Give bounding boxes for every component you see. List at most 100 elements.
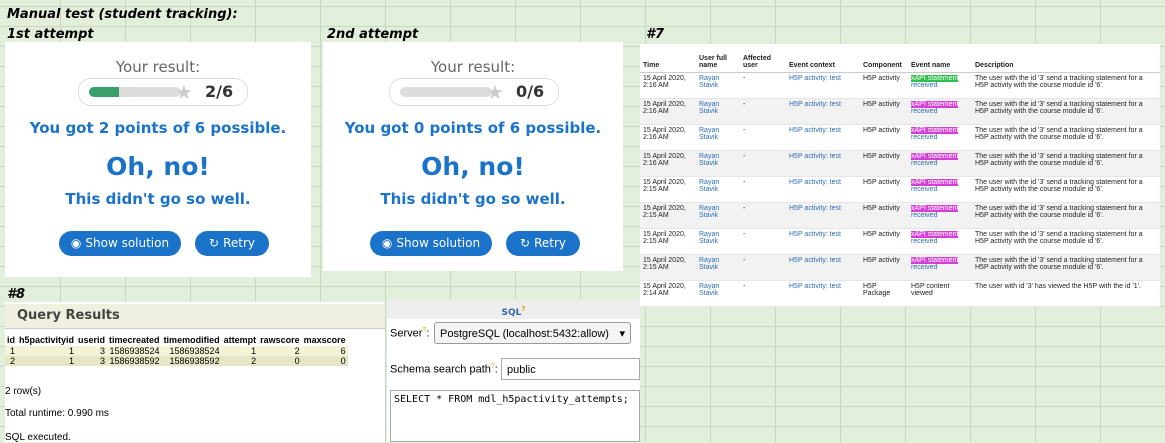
help-icon[interactable]: ? xyxy=(491,363,495,370)
score-bar: ★ 2/6 xyxy=(78,78,248,106)
attempt2-label: 2nd attempt xyxy=(327,27,419,42)
col-event[interactable]: Event name xyxy=(908,44,972,73)
log-context-link[interactable]: H5P activity: test xyxy=(786,228,860,255)
show-solution-button[interactable]: ◉ Show solution xyxy=(59,231,181,256)
log-affected: - xyxy=(740,72,786,99)
event-name: xAPI statement xyxy=(911,101,959,108)
log-description: The user with the id '3' send a tracking… xyxy=(972,150,1160,177)
query-row: 2 1 3 1586938592 1586938592 2 0 0 xyxy=(5,356,348,366)
log-user-link[interactable]: Rayan Stavik xyxy=(696,98,740,125)
log-time: 15 April 2020, 2:16 AM xyxy=(640,72,696,99)
log-user-link[interactable]: Rayan Stavik xyxy=(696,254,740,281)
query-cell: 1586938592 xyxy=(161,356,222,366)
query-cell: 2 xyxy=(5,356,17,366)
log-row: 15 April 2020, 2:16 AM Rayan Stavik - H5P a… xyxy=(640,98,1160,125)
log-affected: - xyxy=(740,228,786,255)
log-user-link[interactable]: Rayan Stavik xyxy=(696,176,740,203)
help-icon[interactable]: ? xyxy=(521,305,525,313)
log-event[interactable]: xAPI statement received xyxy=(908,150,972,177)
log-description: The user with the id '3' send a tracking… xyxy=(972,124,1160,151)
sql-query-textarea[interactable]: SELECT * FROM mdl_h5pactivity_attempts; xyxy=(390,390,640,442)
query-cell: 6 xyxy=(301,346,348,356)
log-context-link[interactable]: H5P activity: test xyxy=(786,98,860,125)
log-component: H5P activity xyxy=(860,98,908,125)
show-solution-button[interactable]: ◉ Show solution xyxy=(370,231,492,256)
log-user-link[interactable]: Rayan Stavik xyxy=(696,72,740,99)
col-component[interactable]: Component xyxy=(860,44,908,73)
retry-button[interactable]: ↻ Retry xyxy=(506,231,580,256)
feedback-subline: This didn't go so well. xyxy=(65,190,251,208)
log-context-link[interactable]: H5P activity: test xyxy=(786,72,860,99)
log-event[interactable]: xAPI statement received xyxy=(908,228,972,255)
retry-button[interactable]: ↻ Retry xyxy=(195,231,269,256)
log-context-link[interactable]: H5P activity: test xyxy=(786,176,860,203)
server-label: Server?: xyxy=(390,327,430,340)
query-header-row: id h5pactivityid userid timecreated timemodi… xyxy=(5,334,348,346)
help-icon[interactable]: ? xyxy=(422,327,426,334)
log-user-link[interactable]: Rayan Stavik xyxy=(696,280,740,307)
log-event[interactable]: xAPI statement received xyxy=(908,254,972,281)
event-name: xAPI statement xyxy=(911,205,959,212)
log-user-link[interactable]: Rayan Stavik xyxy=(696,202,740,229)
query-cell: 1586938524 xyxy=(161,346,222,356)
log-description: The user with the id '3' send a tracking… xyxy=(972,228,1160,255)
query-col-userid: userid xyxy=(76,334,108,346)
query-cell: 1586938524 xyxy=(107,346,162,356)
log-user-link[interactable]: Rayan Stavik xyxy=(696,124,740,151)
query-cell: 1 xyxy=(5,346,17,356)
log-event[interactable]: H5P content viewed xyxy=(908,280,972,307)
log-row: 15 April 2020, 2:15 AM Rayan Stavik - H5P a… xyxy=(640,254,1160,281)
log-component: H5P activity xyxy=(860,72,908,99)
log-event[interactable]: xAPI statement received xyxy=(908,124,972,151)
event-name: H5P content xyxy=(911,283,950,290)
log-component: H5P activity xyxy=(860,254,908,281)
log-component: H5P activity xyxy=(860,202,908,229)
query-col-id: id xyxy=(5,334,17,346)
log-event[interactable]: xAPI statement received xyxy=(908,176,972,203)
eye-icon: ◉ xyxy=(381,236,393,250)
event-name: xAPI statement xyxy=(911,127,959,134)
your-result-label: Your result: xyxy=(115,58,201,76)
log-affected: - xyxy=(740,176,786,203)
points-text: You got 0 points of 6 possible. xyxy=(344,119,602,137)
log-description: The user with the id '3' send a tracking… xyxy=(972,72,1160,99)
query-col-timecreated: timecreated xyxy=(107,334,162,346)
event-name: xAPI statement xyxy=(911,179,959,186)
log-description: The user with the id '3' send a tracking… xyxy=(972,98,1160,125)
log-affected: - xyxy=(740,124,786,151)
log-event[interactable]: xAPI statement received xyxy=(908,72,972,99)
score-text: 2/6 xyxy=(205,82,234,101)
log-user-link[interactable]: Rayan Stavik xyxy=(696,150,740,177)
star-icon: ★ xyxy=(175,80,193,104)
server-select[interactable]: PostgreSQL (localhost:5432:allow) ▾ xyxy=(434,322,631,344)
result-card-attempt1: Your result: ★ 2/6 You got 2 points of 6… xyxy=(5,42,311,277)
log-event[interactable]: xAPI statement received xyxy=(908,202,972,229)
log-event[interactable]: xAPI statement received xyxy=(908,98,972,125)
log-context-link[interactable]: H5P activity: test xyxy=(786,150,860,177)
log-description: The user with the id '3' send a tracking… xyxy=(972,254,1160,281)
event-name-cont: received xyxy=(911,186,938,193)
col-time[interactable]: Time xyxy=(640,44,696,73)
log-context-link[interactable]: H5P activity: test xyxy=(786,202,860,229)
section7-label: #7 xyxy=(646,27,665,42)
log-row: 15 April 2020, 2:16 AM Rayan Stavik - H5P a… xyxy=(640,150,1160,177)
event-log-table: Time User full name Affected user Event … xyxy=(640,44,1160,307)
total-runtime: Total runtime: 0.990 ms xyxy=(5,408,109,419)
query-cell: 2 xyxy=(258,346,302,356)
log-context-link[interactable]: H5P activity: test xyxy=(786,280,860,307)
col-context[interactable]: Event context xyxy=(786,44,860,73)
log-context-link[interactable]: H5P activity: test xyxy=(786,124,860,151)
retry-icon: ↻ xyxy=(520,236,531,250)
query-body: 1 1 3 1586938524 1586938524 1 2 6 2 1 3 1586938592 1… xyxy=(5,346,348,366)
col-user[interactable]: User full name xyxy=(696,44,740,73)
log-user-link[interactable]: Rayan Stavik xyxy=(696,228,740,255)
log-context-link[interactable]: H5P activity: test xyxy=(786,254,860,281)
log-time: 15 April 2020, 2:15 AM xyxy=(640,202,696,229)
col-affected[interactable]: Affected user xyxy=(740,44,786,73)
schema-search-input[interactable]: public xyxy=(501,358,640,380)
event-name-cont: received xyxy=(911,108,938,115)
col-description[interactable]: Description xyxy=(972,44,1160,73)
log-row: 15 April 2020, 2:16 AM Rayan Stavik - H5P a… xyxy=(640,124,1160,151)
log-row: 15 April 2020, 2:15 AM Rayan Stavik - H5P a… xyxy=(640,228,1160,255)
event-log-panel: Time User full name Affected user Event … xyxy=(640,44,1160,307)
